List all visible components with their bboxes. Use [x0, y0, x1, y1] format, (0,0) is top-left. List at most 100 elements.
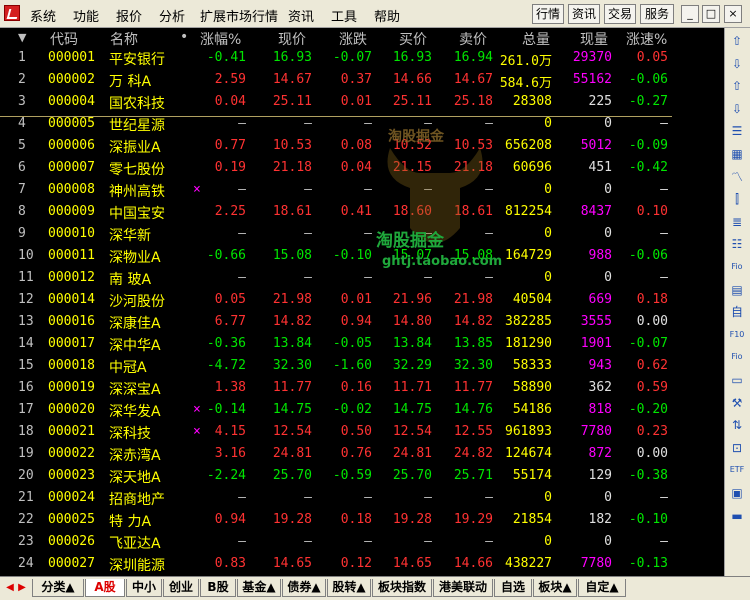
up-blue-arrow-icon[interactable]: ⇧	[728, 77, 746, 95]
up-arrow-icon[interactable]: ⇧	[728, 32, 746, 50]
table-row[interactable]: 1 000001 平安银行 -0.41 16.93 -0.07 16.93 16.94 261.…	[0, 48, 724, 70]
tab-12[interactable]: 自定▲	[578, 579, 626, 597]
table-row[interactable]: 15 000018 中冠A -4.72 32.30 -1.60 32.29 32.30 5833…	[0, 356, 724, 378]
tab-next-icon[interactable]: ▶	[16, 580, 28, 596]
sort-icon[interactable]: ▼	[18, 31, 26, 44]
table-row[interactable]: 23 000026 飞亚达A – – – – – 0 0 –	[0, 532, 724, 554]
menu-help[interactable]: 帮助	[374, 6, 400, 25]
minimize-button[interactable]: _	[681, 5, 699, 23]
header-change[interactable]: 涨跌	[339, 29, 367, 49]
table-row[interactable]: 6 000007 零七股份 0.19 21.18 0.04 21.15 21.18 60696 4…	[0, 158, 724, 180]
fio-icon[interactable]: Fio	[728, 258, 746, 276]
cell-chg: -1.60	[332, 358, 372, 373]
table-row[interactable]: 9 000010 深华新 – – – – –0 0–	[0, 224, 724, 246]
table-row[interactable]: 16 000019 深深宝A 1.38 11.77 0.16 11.71 11.77 58890…	[0, 378, 724, 400]
header-pct[interactable]: 涨幅%	[200, 29, 241, 49]
menu-analysis[interactable]: 分析	[159, 6, 185, 25]
header-ask[interactable]: 卖价	[459, 29, 487, 49]
cell-bid: 19.28	[392, 512, 432, 527]
close-button[interactable]: ×	[724, 5, 742, 23]
cell-cur: 362	[588, 380, 612, 395]
tool-icon[interactable]: ⚒	[728, 394, 746, 412]
doc2-icon[interactable]: ▣	[728, 484, 746, 502]
tab-0[interactable]: 分类▲	[32, 579, 84, 597]
self-icon[interactable]: 自	[728, 303, 746, 321]
table-row[interactable]: 22 000025 特 力A 0.94 19.28 0.18 19.28 19.29 21854…	[0, 510, 724, 532]
app-logo-icon[interactable]	[4, 5, 20, 21]
header-speed[interactable]: 涨速%	[626, 29, 667, 49]
cell-cur: 0	[604, 182, 612, 197]
maximize-button[interactable]: □	[702, 5, 720, 23]
table-row[interactable]: 5 000006 深振业A 0.77 10.53 0.08 10.52 10.53 656208…	[0, 136, 724, 158]
table-row[interactable]: 19 000022 深赤湾A 3.16 24.81 0.76 24.81 24.82 12467…	[0, 444, 724, 466]
header-current-volume[interactable]: 现量	[580, 29, 608, 49]
tab-9[interactable]: 港美联动	[433, 579, 493, 597]
table-row[interactable]: 4 000005 世纪星源 – – – – –0 0–	[0, 114, 724, 136]
menu-info[interactable]: 资讯	[288, 6, 314, 25]
table-row[interactable]: 17 000020 深华发A × -0.14 14.75 -0.02 14.75 14.76 54…	[0, 400, 724, 422]
header-code[interactable]: 代码	[50, 29, 78, 49]
tab-1[interactable]: A股	[85, 579, 125, 597]
tab-3[interactable]: 创业	[163, 579, 199, 597]
header-volume[interactable]: 总量	[522, 29, 550, 49]
menu-function[interactable]: 功能	[73, 6, 99, 25]
quote-grid[interactable]: ▼ 代码 名称 • 涨幅% 现价 涨跌 买价 卖价 总量 现量 涨速% 1 000…	[0, 28, 724, 576]
folder-icon[interactable]: ▭	[728, 371, 746, 389]
table-row[interactable]: 8 000009 中国宝安 2.25 18.61 0.41 18.60 18.61 812254…	[0, 202, 724, 224]
cell-cur: 7780	[580, 556, 612, 571]
table-row[interactable]: 20 000023 深天地A -2.24 25.70 -0.59 25.70 25.71 551…	[0, 466, 724, 488]
cell-pct: 2.25	[214, 204, 246, 219]
tab-10[interactable]: 自选	[494, 579, 532, 597]
tab-prev-icon[interactable]: ◀	[4, 580, 16, 596]
line-chart-icon[interactable]: 〽	[728, 168, 746, 186]
sort-icon[interactable]: ⇅	[728, 416, 746, 434]
table-row[interactable]: 14 000017 深中华A -0.36 13.84 -0.05 13.84 13.85 181…	[0, 334, 724, 356]
table-row[interactable]: 3 000004 国农科技 0.04 25.11 0.01 25.11 25.18 28308 2…	[0, 92, 724, 114]
header-price[interactable]: 现价	[278, 29, 306, 49]
table-row[interactable]: 11 000012 南 玻A – – – – – 0 0 –	[0, 268, 724, 290]
service-button[interactable]: 服务	[640, 4, 674, 24]
tab-2[interactable]: 中小	[126, 579, 162, 597]
trade-button[interactable]: 交易	[604, 4, 636, 24]
menu-quote[interactable]: 报价	[116, 6, 142, 25]
tab-11[interactable]: 板块▲	[533, 579, 577, 597]
quote-button[interactable]: 行情	[532, 4, 564, 24]
table-row[interactable]: 7 000008 神州高铁 × – – – – – 0 0 –	[0, 180, 724, 202]
f10-icon[interactable]: F10	[728, 326, 746, 344]
table-row[interactable]: 12 000014 沙河股份 0.05 21.98 0.01 21.96 21.98 40504…	[0, 290, 724, 312]
tab-4[interactable]: B股	[200, 579, 236, 597]
table-icon[interactable]: ▦	[728, 145, 746, 163]
cell-pct: –	[238, 490, 246, 505]
table-row[interactable]: 10 000011 深物业A -0.66 15.08 -0.10 15.07 15.08 164…	[0, 246, 724, 268]
row-number: 2	[18, 72, 26, 87]
candle-icon[interactable]: ⫿	[728, 190, 746, 208]
tab-5[interactable]: 基金▲	[237, 579, 281, 597]
info-button[interactable]: 资讯	[568, 4, 600, 24]
tab-8[interactable]: 板块指数	[372, 579, 432, 597]
menu-system[interactable]: 系统	[30, 6, 56, 25]
target-icon[interactable]: ⊡	[728, 439, 746, 457]
cell-code: 000012	[48, 270, 95, 285]
fio2-icon[interactable]: Fio	[728, 348, 746, 366]
cell-price: 11.77	[272, 380, 312, 395]
table-row[interactable]: 2 000002 万 科A 2.59 14.67 0.37 14.66 14.67 584.6万…	[0, 70, 724, 92]
table-row[interactable]: 21 000024 招商地产 – – – – – 0 0 –	[0, 488, 724, 510]
etf-icon[interactable]: ETF	[728, 461, 746, 479]
cell-pct: 1.38	[214, 380, 246, 395]
header-name[interactable]: 名称	[110, 29, 138, 49]
down-blue-arrow-icon[interactable]: ⇩	[728, 100, 746, 118]
header-bid[interactable]: 买价	[399, 29, 427, 49]
list-icon[interactable]: ≣	[728, 213, 746, 231]
menu-tools[interactable]: 工具	[331, 6, 357, 25]
menu-extended-market[interactable]: 扩展市场行情	[200, 6, 278, 25]
report-icon[interactable]: ☰	[728, 122, 746, 140]
table-row[interactable]: 13 000016 深康佳A 6.77 14.82 0.94 14.80 14.82 38228…	[0, 312, 724, 334]
down-arrow-icon[interactable]: ⇩	[728, 55, 746, 73]
table-row[interactable]: 18 000021 深科技 × 4.15 12.54 0.50 12.54 12.55 96189…	[0, 422, 724, 444]
table-row[interactable]: 24 000027 深圳能源 0.83 14.65 0.12 14.65 14.66 43822…	[0, 554, 724, 576]
grid-icon[interactable]: ▤	[728, 281, 746, 299]
minus-icon[interactable]: ▬	[728, 507, 746, 525]
tab-6[interactable]: 债券▲	[282, 579, 326, 597]
tab-7[interactable]: 股转▲	[327, 579, 371, 597]
doc-icon[interactable]: ☷	[728, 235, 746, 253]
